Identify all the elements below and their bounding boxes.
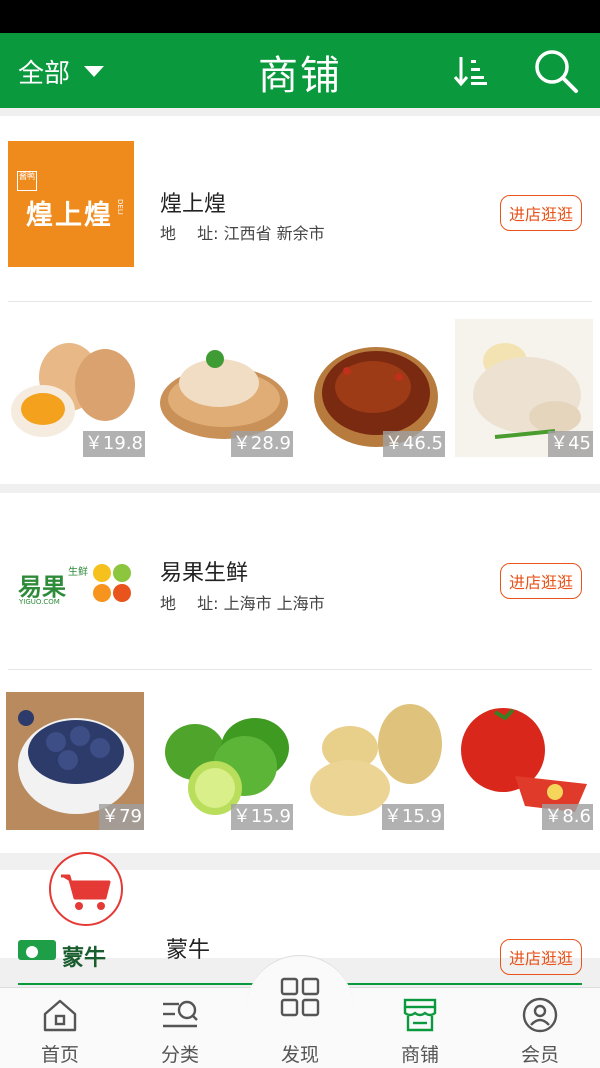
status-bar xyxy=(0,0,600,33)
tab-shop[interactable]: 商铺 xyxy=(360,988,480,1068)
logo-sub-cn: 生鲜 xyxy=(68,567,88,578)
home-icon xyxy=(43,999,77,1032)
product-card[interactable]: ￥45 xyxy=(455,319,593,457)
tab-label: 首页 xyxy=(40,1044,79,1066)
product-price: ￥19.8 xyxy=(82,431,145,457)
product-price: ￥15.9 xyxy=(381,804,444,830)
logo-text: 蒙牛 xyxy=(62,946,107,971)
shop-header[interactable]: 酱鸭 煌上煌 DELI 煌上煌 地 址: 江西省 新余市 进店逛逛 xyxy=(0,116,600,301)
logo-sub: DELI xyxy=(116,199,124,215)
top-bar: 全部 商铺 xyxy=(0,33,600,108)
shop-icon xyxy=(403,998,437,1032)
cart-icon xyxy=(61,874,111,910)
page-title: 商铺 xyxy=(258,53,342,99)
logo-dots-icon xyxy=(93,564,131,602)
shop-address: 地 址: 上海市 上海市 xyxy=(160,590,325,614)
tab-category[interactable]: 分类 xyxy=(120,988,240,1068)
product-card[interactable]: ￥28.9 xyxy=(155,319,293,457)
product-price: ￥46.5 xyxy=(382,431,445,457)
product-card[interactable]: ￥8.6 xyxy=(455,692,593,830)
visit-shop-button[interactable]: 进店逛逛 xyxy=(500,939,582,975)
tab-discover[interactable]: 发现 xyxy=(246,955,354,1066)
product-price: ￥79 xyxy=(99,804,144,830)
shop-name: 蒙牛 xyxy=(166,938,211,963)
address-value: 江西省 新余市 xyxy=(223,224,325,243)
logo-sub-en: YIGUO.COM xyxy=(19,598,60,606)
product-card[interactable]: ￥15.9 xyxy=(306,692,444,830)
visit-shop-button[interactable]: 进店逛逛 xyxy=(500,563,582,599)
sort-icon xyxy=(453,57,487,87)
product-card[interactable]: ￥79 xyxy=(6,692,144,830)
search-icon xyxy=(535,50,578,93)
product-card[interactable]: ￥15.9 xyxy=(155,692,293,830)
address-value: 上海市 上海市 xyxy=(223,594,325,613)
tab-label: 商铺 xyxy=(400,1044,439,1066)
tab-label: 会员 xyxy=(520,1044,559,1066)
shop-card: 酱鸭 煌上煌 DELI 煌上煌 地 址: 江西省 新余市 进店逛逛 ￥19.8 xyxy=(0,116,600,484)
product-price: ￥15.9 xyxy=(230,804,293,830)
logo-text: 易果 xyxy=(18,573,66,601)
shop-name: 易果生鲜 xyxy=(160,561,249,586)
product-card[interactable]: ￥19.8 xyxy=(7,319,145,457)
tab-label: 分类 xyxy=(160,1044,199,1066)
category-icon xyxy=(163,1000,198,1028)
shop-logo: 易果 生鲜 YIGUO.COM xyxy=(8,523,134,649)
shop-logo: 酱鸭 煌上煌 DELI xyxy=(8,141,134,267)
product-price: ￥45 xyxy=(548,431,593,457)
address-label: 地 址: xyxy=(160,594,219,613)
logo-mark-icon xyxy=(18,940,56,960)
member-icon xyxy=(522,997,558,1033)
search-button[interactable] xyxy=(532,47,580,95)
shop-header[interactable]: 易果 生鲜 YIGUO.COM 易果生鲜 地 址: 上海市 上海市 进店逛逛 xyxy=(0,493,600,678)
product-price: ￥28.9 xyxy=(230,431,293,457)
tab-member[interactable]: 会员 xyxy=(480,988,600,1068)
sort-button[interactable] xyxy=(452,51,492,91)
divider xyxy=(8,669,592,670)
tab-home[interactable]: 首页 xyxy=(0,988,120,1068)
product-card[interactable]: ￥46.5 xyxy=(307,319,445,457)
discover-icon xyxy=(280,977,320,1017)
address-label: 地 址: xyxy=(160,224,219,243)
shop-address: 地 址: 江西省 新余市 xyxy=(160,220,325,244)
shop-card: 易果 生鲜 YIGUO.COM 易果生鲜 地 址: 上海市 上海市 进店逛逛 ￥… xyxy=(0,493,600,853)
product-price: ￥8.6 xyxy=(542,804,593,830)
shop-name: 煌上煌 xyxy=(160,192,227,217)
logo-stamp: 酱鸭 xyxy=(17,171,37,191)
tab-label: 发现 xyxy=(280,1044,319,1066)
cart-button[interactable] xyxy=(49,852,123,926)
divider xyxy=(8,301,592,302)
logo-text: 煌上煌 xyxy=(26,200,113,231)
visit-shop-button[interactable]: 进店逛逛 xyxy=(500,195,582,231)
